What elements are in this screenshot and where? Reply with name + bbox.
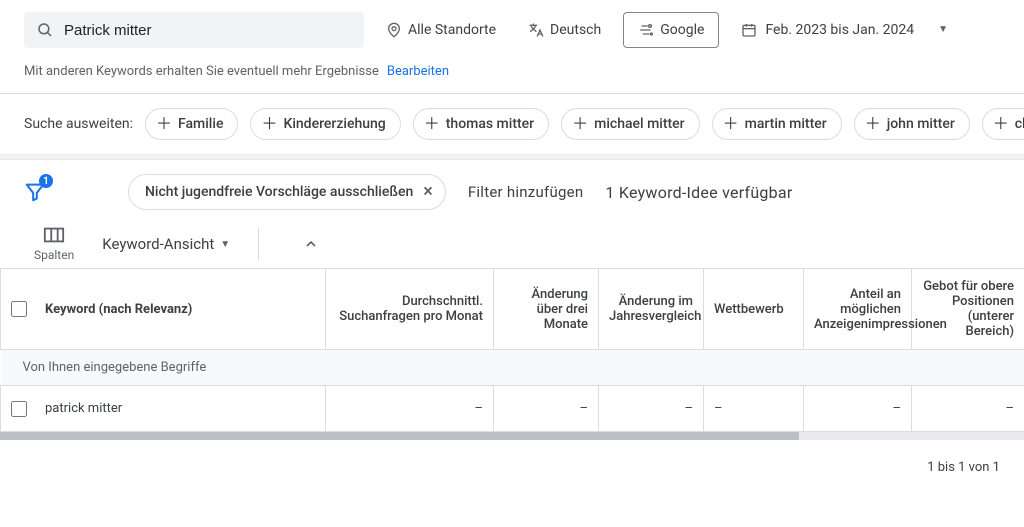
chip-michael-mitter[interactable]: ＋ michael mitter — [561, 108, 700, 140]
plus-icon: ＋ — [993, 116, 1009, 132]
search-box[interactable] — [24, 12, 364, 48]
keyword-view-dropdown[interactable]: Keyword-Ansicht ▼ — [102, 235, 230, 253]
plus-icon: ＋ — [156, 116, 172, 132]
date-range[interactable]: Feb. 2023 bis Jan. 2024 ▼ — [731, 16, 958, 44]
keyword-table: Keyword (nach Relevanz) Durchschnittl. S… — [0, 268, 1024, 432]
chip-familie[interactable]: ＋ Familie — [145, 108, 238, 140]
select-all-checkbox[interactable] — [11, 301, 27, 317]
cell-keyword: patrick mitter — [45, 401, 122, 416]
th-change3[interactable]: Änderung über drei Monate — [494, 269, 599, 350]
chip-label: Familie — [178, 116, 223, 132]
chip-label: john mitter — [887, 116, 955, 132]
chip-label: michael mitter — [594, 116, 684, 132]
th-bid-top[interactable]: Gebot für obere Positionen (unterer Bere… — [912, 269, 1024, 350]
cell-avg: – — [326, 386, 494, 432]
expand-label: Suche ausweiten: — [24, 116, 133, 132]
chip-martin-mitter[interactable]: ＋ martin mitter — [712, 108, 842, 140]
hint-edit-link[interactable]: Bearbeiten — [387, 64, 449, 79]
filter-icon[interactable]: 1 — [24, 181, 46, 203]
th-imp-share[interactable]: Anteil an möglichen Anzeigenimpressionen — [804, 269, 912, 350]
dropdown-icon: ▼ — [938, 24, 948, 35]
th-keyword[interactable]: Keyword (nach Relevanz) — [45, 302, 192, 317]
chip-john-mitter[interactable]: ＋ john mitter — [854, 108, 970, 140]
plus-icon: ＋ — [261, 116, 277, 132]
kview-label: Keyword-Ansicht — [102, 235, 214, 253]
search-input[interactable] — [64, 22, 352, 39]
chip-label: Kindererziehung — [283, 116, 385, 132]
separator — [258, 227, 259, 261]
plus-icon: ＋ — [723, 116, 739, 132]
add-filter-button[interactable]: Filter hinzufügen — [468, 183, 584, 201]
pager: 1 bis 1 von 1 — [0, 440, 1024, 475]
language-icon — [528, 22, 544, 38]
network-icon — [638, 22, 654, 38]
network-label: Google — [660, 22, 704, 38]
collapse-button[interactable] — [303, 236, 319, 252]
row-checkbox[interactable] — [11, 401, 27, 417]
calendar-icon — [741, 22, 757, 38]
chip-label: martin mitter — [745, 116, 827, 132]
dropdown-icon: ▼ — [220, 239, 230, 250]
table-row[interactable]: patrick mitter – – – – – – — [1, 386, 1024, 432]
filter-badge: 1 — [39, 174, 53, 188]
th-change-yoy[interactable]: Änderung im Jahresvergleich — [599, 269, 704, 350]
network-target[interactable]: Google — [623, 12, 719, 48]
scrollbar-thumb[interactable] — [0, 432, 799, 440]
applied-filter-pill[interactable]: Nicht jugendfreie Vorschläge ausschließe… — [128, 174, 446, 210]
columns-button[interactable]: Spalten — [34, 226, 74, 262]
section-row: Von Ihnen eingegebene Begriffe — [1, 350, 1024, 386]
th-avg[interactable]: Durchschnittl. Suchanfragen pro Monat — [326, 269, 494, 350]
cell-change-yoy: – — [599, 386, 704, 432]
cell-bid-top: – — [912, 386, 1024, 432]
plus-icon: ＋ — [424, 116, 440, 132]
location-target[interactable]: Alle Standorte — [376, 16, 506, 44]
chip-label: christian — [1015, 116, 1024, 132]
chip-label: thomas mitter — [446, 116, 534, 132]
cell-competition: – — [704, 386, 804, 432]
hint-text: Mit anderen Keywords erhalten Sie eventu… — [24, 64, 379, 79]
location-icon — [386, 22, 402, 38]
language-label: Deutsch — [550, 22, 601, 38]
close-icon[interactable]: × — [423, 183, 433, 201]
scrollbar-track — [799, 432, 1024, 440]
plus-icon: ＋ — [865, 116, 881, 132]
th-competition[interactable]: Wettbewerb — [704, 269, 804, 350]
section-label: Von Ihnen eingegebene Begriffe — [1, 350, 1024, 386]
chip-kindererziehung[interactable]: ＋ Kindererziehung — [250, 108, 400, 140]
horizontal-scrollbar[interactable] — [0, 432, 1024, 440]
chip-christian[interactable]: ＋ christian — [982, 108, 1024, 140]
search-icon — [36, 21, 54, 39]
columns-label: Spalten — [34, 248, 74, 262]
pill-label: Nicht jugendfreie Vorschläge ausschließe… — [145, 184, 413, 200]
idea-count: 1 Keyword-Idee verfügbar — [605, 183, 792, 202]
cell-change3: – — [494, 386, 599, 432]
location-label: Alle Standorte — [408, 22, 496, 38]
date-label: Feb. 2023 bis Jan. 2024 — [765, 22, 914, 38]
plus-icon: ＋ — [572, 116, 588, 132]
language-target[interactable]: Deutsch — [518, 16, 611, 44]
cell-imp-share: – — [804, 386, 912, 432]
chip-thomas-mitter[interactable]: ＋ thomas mitter — [413, 108, 549, 140]
